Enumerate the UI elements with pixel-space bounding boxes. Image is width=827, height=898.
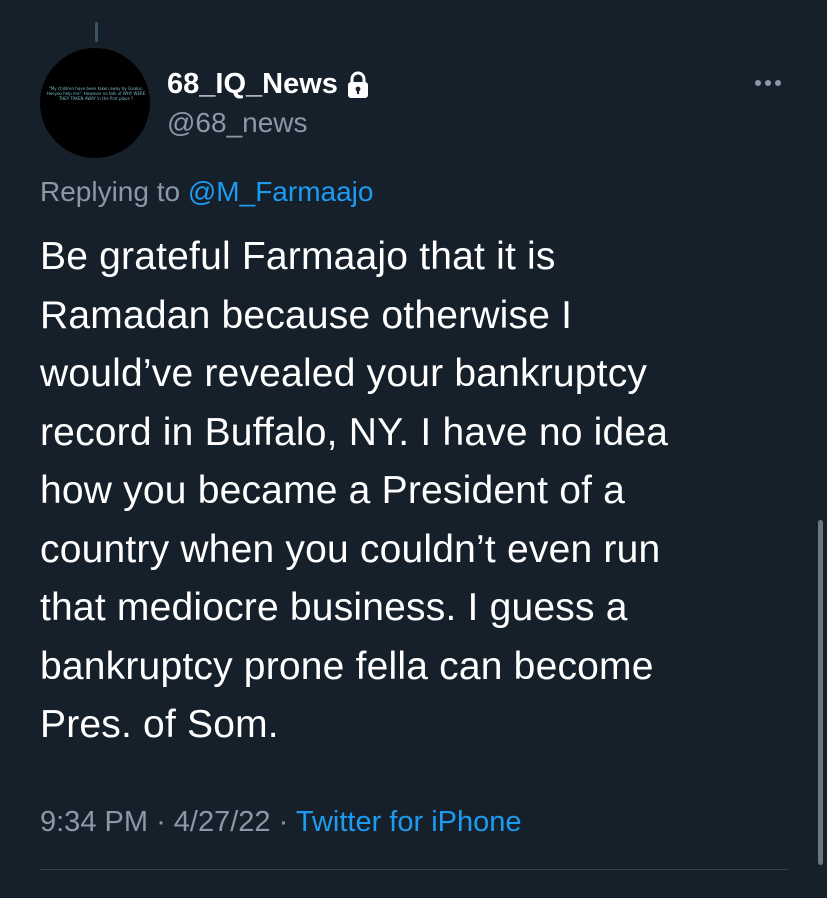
scrollbar[interactable]	[818, 520, 823, 865]
author-name[interactable]: 68_IQ_News	[167, 66, 370, 102]
tweet-time[interactable]: 9:34 PM	[40, 806, 148, 838]
tweet-text-line: country when you couldn’t even run	[40, 527, 661, 571]
avatar[interactable]: "My children have been taken away by Gaa…	[40, 48, 150, 158]
author-handle[interactable]: @68_news	[167, 106, 308, 140]
tweet-text-line: Be grateful Farmaajo that it is	[40, 235, 556, 278]
replying-prefix: Replying to	[40, 176, 181, 207]
thread-connector-line	[95, 22, 98, 42]
tweet-metadata: 9:34 PM · 4/27/22 · Twitter for iPhone	[40, 802, 522, 842]
tweet-text-line: record in Buffalo, NY. I have no idea	[40, 410, 669, 454]
replying-to-line: Replying to @M_Farmaajo	[40, 174, 373, 210]
tweet-text-line: Pres. of Som.	[40, 703, 279, 746]
lock-icon	[346, 71, 370, 99]
meta-separator: ·	[156, 806, 166, 838]
tweet-text-line: Ramadan because otherwise I	[40, 293, 573, 337]
tweet-text-line: bankruptcy prone fella can become	[40, 644, 654, 688]
avatar-caption: "My children have been taken away by Gaa…	[46, 86, 146, 101]
tweet-date[interactable]: 4/27/22	[174, 806, 271, 838]
divider	[40, 869, 788, 870]
more-options-button[interactable]	[748, 72, 788, 94]
reply-mention-link[interactable]: @M_Farmaajo	[188, 176, 374, 207]
tweet-text-line: would’ve revealed your bankruptcy	[40, 352, 648, 395]
tweet-source-link[interactable]: Twitter for iPhone	[296, 806, 522, 838]
tweet-text-line: how you became a President of a	[40, 469, 626, 512]
display-name-text[interactable]: 68_IQ_News	[167, 66, 338, 102]
more-icon	[755, 80, 781, 86]
meta-separator: ·	[278, 806, 289, 838]
tweet-text-line: that mediocre business. I guess a	[40, 586, 628, 629]
tweet-text: Be grateful Farmaajo that it is Ramadan …	[40, 228, 800, 755]
